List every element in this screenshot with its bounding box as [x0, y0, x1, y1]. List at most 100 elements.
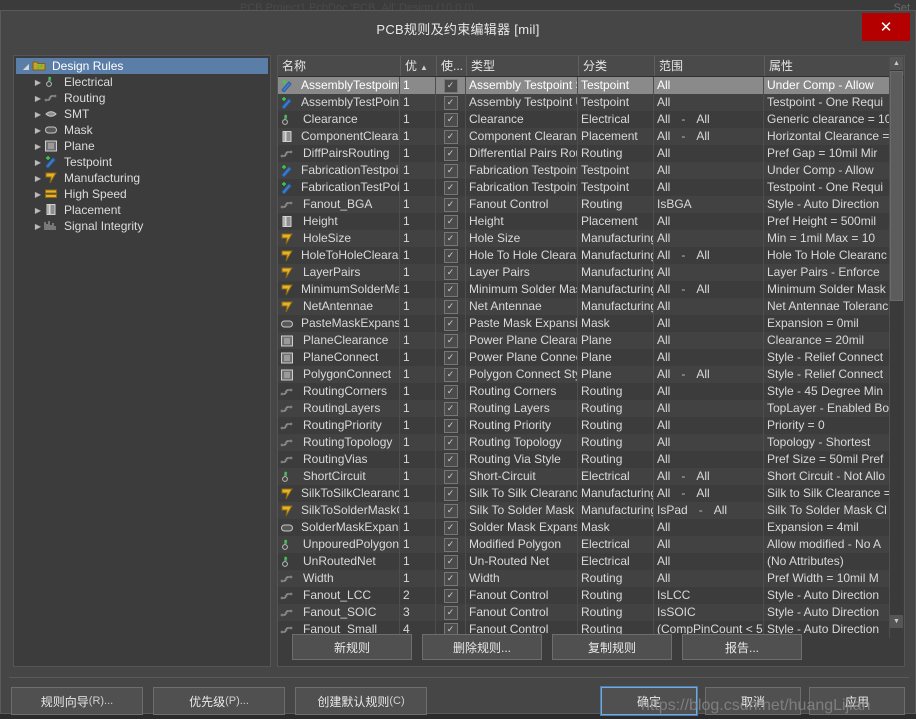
chevron-right-icon[interactable]: ▶: [32, 190, 44, 199]
chevron-right-icon[interactable]: ▶: [32, 142, 44, 151]
cell-rule-name[interactable]: PlaneConnect: [278, 349, 400, 366]
cell-rule-name[interactable]: RoutingVias: [278, 451, 400, 468]
cell-enabled-checkbox[interactable]: ✓: [436, 94, 466, 111]
cell-enabled-checkbox[interactable]: ✓: [436, 162, 466, 179]
table-row[interactable]: FabricationTestpoir 1 ✓ Fabrication Testpoi…: [278, 162, 890, 179]
table-row[interactable]: Height 1 ✓ Height Placement All Pref Height = …: [278, 213, 890, 230]
cell-rule-name[interactable]: Fanout_LCC: [278, 587, 400, 604]
cell-rule-name[interactable]: Clearance: [278, 111, 400, 128]
column-header-attributes[interactable]: 属性: [764, 56, 890, 76]
cell-rule-name[interactable]: HoleToHoleClearan: [278, 247, 400, 264]
cell-enabled-checkbox[interactable]: ✓: [436, 111, 466, 128]
apply-button[interactable]: 应用: [809, 687, 905, 715]
tree-item-electrical[interactable]: ▶ Electrical: [14, 74, 270, 90]
cell-enabled-checkbox[interactable]: ✓: [436, 400, 466, 417]
cell-enabled-checkbox[interactable]: ✓: [436, 536, 466, 553]
cell-enabled-checkbox[interactable]: ✓: [436, 570, 466, 587]
table-row[interactable]: AssemblyTestpoint1 ✓ Assembly Testpoint St…: [278, 77, 890, 94]
table-row[interactable]: UnpouredPolygon 1 ✓ Modified Polygon Electri…: [278, 536, 890, 553]
table-row[interactable]: Clearance 1 ✓ Clearance Electrical All - All Gen…: [278, 111, 890, 128]
table-row[interactable]: PasteMaskExpansio1 ✓ Paste Mask ExpansionM…: [278, 315, 890, 332]
cell-rule-name[interactable]: HoleSize: [278, 230, 400, 247]
cell-enabled-checkbox[interactable]: ✓: [436, 587, 466, 604]
checkbox[interactable]: ✓: [443, 503, 458, 518]
delete-rule-button[interactable]: 删除规则...: [422, 634, 542, 660]
rule-wizard-button[interactable]: 规则向导 (R)...: [11, 687, 143, 715]
column-header-priority[interactable]: 优 ▲: [400, 56, 436, 76]
scrollbar-thumb[interactable]: [890, 71, 903, 301]
checkbox[interactable]: ✓: [443, 401, 458, 416]
checkbox[interactable]: ✓: [443, 265, 458, 280]
cell-enabled-checkbox[interactable]: ✓: [436, 315, 466, 332]
table-row[interactable]: FabricationTestPoin 1 ✓ Fabrication Testpoi…: [278, 179, 890, 196]
cell-rule-name[interactable]: PolygonConnect: [278, 366, 400, 383]
chevron-right-icon[interactable]: ▶: [32, 174, 44, 183]
create-default-rules-button[interactable]: 创建默认规则 (C): [295, 687, 427, 715]
cell-enabled-checkbox[interactable]: ✓: [436, 247, 466, 264]
tree-item-manufacturing[interactable]: ▶ Manufacturing: [14, 170, 270, 186]
table-row[interactable]: HoleSize 1 ✓ Hole Size Manufacturing All Min =…: [278, 230, 890, 247]
checkbox[interactable]: ✓: [443, 129, 458, 144]
checkbox[interactable]: ✓: [443, 350, 458, 365]
checkbox[interactable]: ✓: [443, 384, 458, 399]
chevron-right-icon[interactable]: ▶: [32, 78, 44, 87]
cell-rule-name[interactable]: AssemblyTestPointU: [278, 94, 400, 111]
cell-enabled-checkbox[interactable]: ✓: [436, 434, 466, 451]
table-row[interactable]: ShortCircuit 1 ✓ Short-Circuit Electrical All…: [278, 468, 890, 485]
cell-rule-name[interactable]: Width: [278, 570, 400, 587]
column-header-name[interactable]: 名称: [278, 56, 400, 76]
cell-rule-name[interactable]: ComponentClearan: [278, 128, 400, 145]
checkbox[interactable]: ✓: [443, 282, 458, 297]
cell-enabled-checkbox[interactable]: ✓: [436, 502, 466, 519]
tree-item-mask[interactable]: ▶ Mask: [14, 122, 270, 138]
cell-enabled-checkbox[interactable]: ✓: [436, 77, 466, 94]
checkbox[interactable]: ✓: [443, 214, 458, 229]
table-row[interactable]: RoutingPriority 1 ✓ Routing Priority Routing…: [278, 417, 890, 434]
table-row[interactable]: DiffPairsRouting 1 ✓ Differential Pairs Rou…: [278, 145, 890, 162]
cell-enabled-checkbox[interactable]: ✓: [436, 179, 466, 196]
chevron-right-icon[interactable]: ▶: [32, 126, 44, 135]
checkbox[interactable]: ✓: [443, 469, 458, 484]
cell-rule-name[interactable]: DiffPairsRouting: [278, 145, 400, 162]
scroll-up-icon[interactable]: ▲: [890, 57, 903, 70]
cell-rule-name[interactable]: RoutingLayers: [278, 400, 400, 417]
cell-enabled-checkbox[interactable]: ✓: [436, 349, 466, 366]
table-row[interactable]: LayerPairs 1 ✓ Layer Pairs Manufacturing All L…: [278, 264, 890, 281]
cell-enabled-checkbox[interactable]: ✓: [436, 604, 466, 621]
cell-enabled-checkbox[interactable]: ✓: [436, 451, 466, 468]
table-row[interactable]: SilkToSilkClearance 1 ✓ Silk To Silk Cleara…: [278, 485, 890, 502]
checkbox[interactable]: ✓: [443, 163, 458, 178]
cell-rule-name[interactable]: PlaneClearance: [278, 332, 400, 349]
tree-item-placement[interactable]: ▶ Placement: [14, 202, 270, 218]
cell-enabled-checkbox[interactable]: ✓: [436, 230, 466, 247]
checkbox[interactable]: ✓: [443, 78, 458, 93]
cell-rule-name[interactable]: FabricationTestpoir: [278, 162, 400, 179]
table-row[interactable]: RoutingLayers 1 ✓ Routing Layers Routing All T…: [278, 400, 890, 417]
cell-enabled-checkbox[interactable]: ✓: [436, 128, 466, 145]
checkbox[interactable]: ✓: [443, 605, 458, 620]
tree-item-plane[interactable]: ▶ Plane: [14, 138, 270, 154]
close-icon[interactable]: ✕: [862, 13, 910, 41]
checkbox[interactable]: ✓: [443, 435, 458, 450]
table-row[interactable]: UnRoutedNet 1 ✓ Un-Routed Net Electrical All(…: [278, 553, 890, 570]
checkbox[interactable]: ✓: [443, 367, 458, 382]
scroll-down-icon[interactable]: ▼: [890, 615, 903, 628]
cell-enabled-checkbox[interactable]: ✓: [436, 485, 466, 502]
checkbox[interactable]: ✓: [443, 452, 458, 467]
checkbox[interactable]: ✓: [443, 537, 458, 552]
cell-rule-name[interactable]: PasteMaskExpansio: [278, 315, 400, 332]
table-row[interactable]: SilkToSolderMaskCl 1 ✓ Silk To Solder Mask …: [278, 502, 890, 519]
cell-enabled-checkbox[interactable]: ✓: [436, 213, 466, 230]
cell-enabled-checkbox[interactable]: ✓: [436, 468, 466, 485]
cell-rule-name[interactable]: AssemblyTestpoint: [278, 77, 400, 94]
cell-rule-name[interactable]: UnpouredPolygon: [278, 536, 400, 553]
cell-rule-name[interactable]: Height: [278, 213, 400, 230]
checkbox[interactable]: ✓: [443, 197, 458, 212]
table-row[interactable]: SolderMaskExpansi1 ✓ Solder Mask Expansion…: [278, 519, 890, 536]
cell-rule-name[interactable]: RoutingTopology: [278, 434, 400, 451]
table-row[interactable]: RoutingTopology 1 ✓ Routing Topology Routing…: [278, 434, 890, 451]
checkbox[interactable]: ✓: [443, 571, 458, 586]
chevron-right-icon[interactable]: ▶: [32, 222, 44, 231]
checkbox[interactable]: ✓: [443, 231, 458, 246]
duplicate-rule-button[interactable]: 复制规则: [552, 634, 672, 660]
